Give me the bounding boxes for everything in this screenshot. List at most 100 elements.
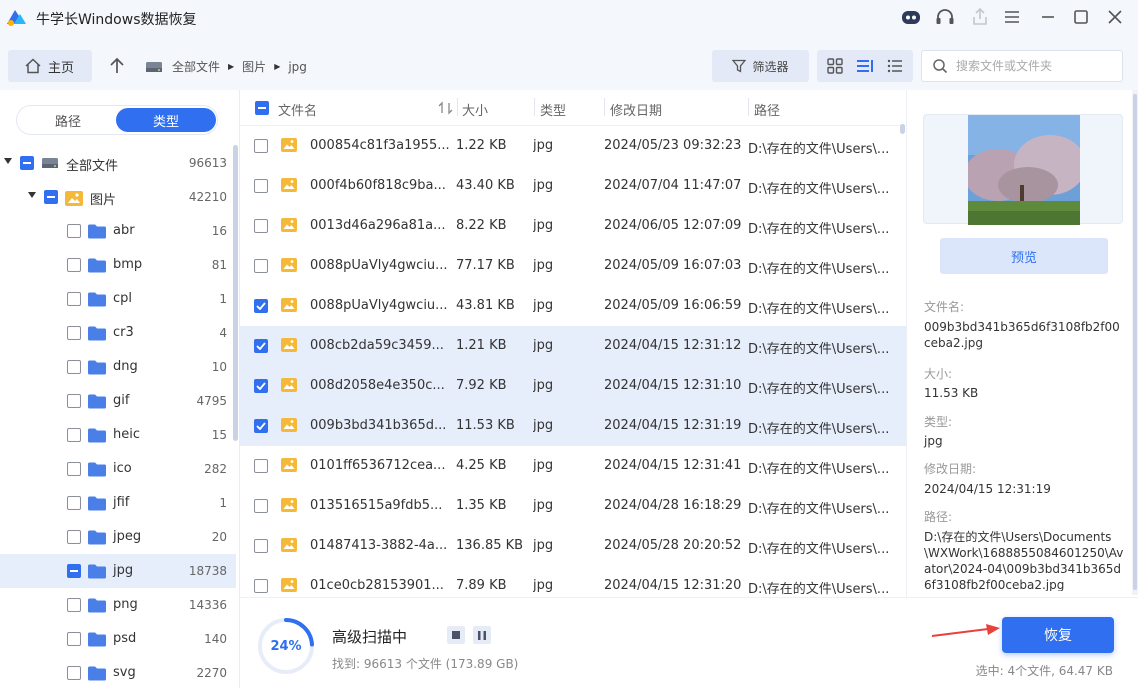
tree-checkbox[interactable] (67, 564, 81, 578)
select-all-checkbox[interactable] (255, 101, 269, 115)
col-type[interactable]: 类型 (540, 100, 566, 119)
tree-item[interactable]: jfif 1 (0, 486, 236, 520)
row-checkbox[interactable] (254, 379, 268, 393)
tree-checkbox[interactable] (67, 632, 81, 646)
robot-assistant-icon[interactable] (899, 6, 923, 28)
tree-item[interactable]: 全部文件 96613 (0, 146, 236, 180)
tree-item[interactable]: cpl 1 (0, 282, 236, 316)
tree-checkbox[interactable] (67, 224, 81, 238)
minimize-icon[interactable] (1036, 6, 1060, 28)
search-box[interactable] (921, 50, 1123, 82)
tree-item[interactable]: jpg 18738 (0, 554, 236, 588)
tree-item[interactable]: png 14336 (0, 588, 236, 622)
row-checkbox[interactable] (254, 139, 268, 153)
tree-checkbox[interactable] (67, 462, 81, 476)
close-icon[interactable] (1103, 6, 1127, 28)
home-icon (25, 58, 41, 74)
tree-item[interactable]: gif 4795 (0, 384, 236, 418)
tree-checkbox[interactable] (67, 496, 81, 510)
home-button[interactable]: 主页 (8, 50, 92, 82)
filter-button[interactable]: 筛选器 (712, 50, 809, 82)
tree-item[interactable]: heic 15 (0, 418, 236, 452)
search-input[interactable] (956, 59, 1116, 73)
details-panel: 预览 文件名: 009b3bd341b365d6f3108fb2f00ceba2… (906, 90, 1138, 597)
row-checkbox[interactable] (254, 539, 268, 553)
cell-name: 000854c81f3a1955... (310, 138, 450, 153)
menu-icon[interactable] (1000, 6, 1024, 28)
breadcrumb-item-images[interactable]: 图片 (242, 58, 266, 75)
detail-list-icon[interactable] (886, 57, 904, 75)
sidebar-scrollbar[interactable] (233, 145, 238, 441)
headset-support-icon[interactable] (933, 6, 957, 28)
recover-button[interactable]: 恢复 (1002, 617, 1114, 653)
table-row[interactable]: 0088pUaVly4gwciu... 43.81 KB jpg 2024/05/09… (240, 286, 906, 326)
table-row[interactable]: 0101ff6536712cea... 4.25 KB jpg 2024/04/15 … (240, 446, 906, 486)
tree-item-count: 18738 (188, 564, 227, 578)
pause-scan-button[interactable] (473, 626, 491, 644)
tree-item[interactable]: svg 2270 (0, 656, 236, 688)
tree-checkbox[interactable] (67, 326, 81, 340)
table-row[interactable]: 01487413-3882-4a... 136.85 KB jpg 2024/05/2… (240, 526, 906, 566)
table-row[interactable]: 008d2058e4e350c... 7.92 KB jpg 2024/04/15 1… (240, 366, 906, 406)
col-date[interactable]: 修改日期 (610, 100, 662, 119)
folder-icon (87, 223, 107, 243)
breadcrumb-item-jpg[interactable]: jpg (288, 60, 307, 74)
cell-name: 013516515a9fdb5... (310, 498, 443, 513)
tree-checkbox[interactable] (67, 394, 81, 408)
row-checkbox[interactable] (254, 419, 268, 433)
col-name[interactable]: 文件名 (278, 100, 317, 119)
tree-item[interactable]: 图片 42210 (0, 180, 236, 214)
tree-item[interactable]: ico 282 (0, 452, 236, 486)
row-checkbox[interactable] (254, 459, 268, 473)
expand-caret-icon[interactable] (28, 192, 36, 198)
table-row[interactable]: 000854c81f3a1955... 1.22 KB jpg 2024/05/23 … (240, 126, 906, 166)
expand-caret-icon[interactable] (4, 158, 12, 164)
tree-checkbox[interactable] (67, 428, 81, 442)
row-checkbox[interactable] (254, 259, 268, 273)
row-checkbox[interactable] (254, 299, 268, 313)
tree-checkbox[interactable] (67, 360, 81, 374)
tab-type[interactable]: 类型 (116, 108, 216, 132)
tree-checkbox[interactable] (67, 530, 81, 544)
table-row[interactable]: 000f4b60f818c9ba... 43.40 KB jpg 2024/07/04… (240, 166, 906, 206)
tree-checkbox[interactable] (67, 292, 81, 306)
list-view-icon[interactable] (855, 57, 875, 75)
tree-checkbox[interactable] (44, 190, 58, 204)
tree-item[interactable]: dng 10 (0, 350, 236, 384)
preview-button[interactable]: 预览 (940, 238, 1108, 274)
tree-item[interactable]: abr 16 (0, 214, 236, 248)
tree-item[interactable]: jpeg 20 (0, 520, 236, 554)
table-scrollbar[interactable] (900, 124, 905, 134)
sort-icon[interactable] (438, 101, 454, 115)
row-checkbox[interactable] (254, 339, 268, 353)
share-export-icon[interactable] (968, 6, 992, 28)
table-row[interactable]: 01ce0cb28153901... 7.89 KB jpg 2024/04/15 1… (240, 566, 906, 597)
tree-item[interactable]: cr3 4 (0, 316, 236, 350)
row-checkbox[interactable] (254, 579, 268, 593)
grid-view-icon[interactable] (826, 57, 844, 75)
maximize-icon[interactable] (1069, 6, 1093, 28)
col-size[interactable]: 大小 (462, 100, 488, 119)
tree-item[interactable]: psd 140 (0, 622, 236, 656)
tree-checkbox[interactable] (20, 156, 34, 170)
tab-path[interactable]: 路径 (18, 108, 118, 132)
row-checkbox[interactable] (254, 499, 268, 513)
tree-item[interactable]: bmp 81 (0, 248, 236, 282)
table-row[interactable]: 0013d46a296a81a... 8.22 KB jpg 2024/06/05 1… (240, 206, 906, 246)
details-scrollbar[interactable] (1133, 94, 1137, 590)
tree-item-label: cpl (113, 291, 133, 306)
row-checkbox[interactable] (254, 179, 268, 193)
up-arrow-icon[interactable] (106, 56, 128, 76)
col-path[interactable]: 路径 (754, 100, 780, 119)
cell-date: 2024/04/15 12:31:19 (604, 418, 742, 433)
tree-checkbox[interactable] (67, 666, 81, 680)
table-row[interactable]: 008cb2da59c3459... 1.21 KB jpg 2024/04/15 1… (240, 326, 906, 366)
tree-checkbox[interactable] (67, 598, 81, 612)
tree-checkbox[interactable] (67, 258, 81, 272)
breadcrumb-item-all-files[interactable]: 全部文件 (172, 58, 220, 75)
table-row[interactable]: 009b3bd341b365d... 11.53 KB jpg 2024/04/15 … (240, 406, 906, 446)
table-row[interactable]: 013516515a9fdb5... 1.35 KB jpg 2024/04/28 1… (240, 486, 906, 526)
stop-scan-button[interactable] (447, 626, 465, 644)
table-row[interactable]: 0088pUaVly4gwciu... 77.17 KB jpg 2024/05/09… (240, 246, 906, 286)
row-checkbox[interactable] (254, 219, 268, 233)
